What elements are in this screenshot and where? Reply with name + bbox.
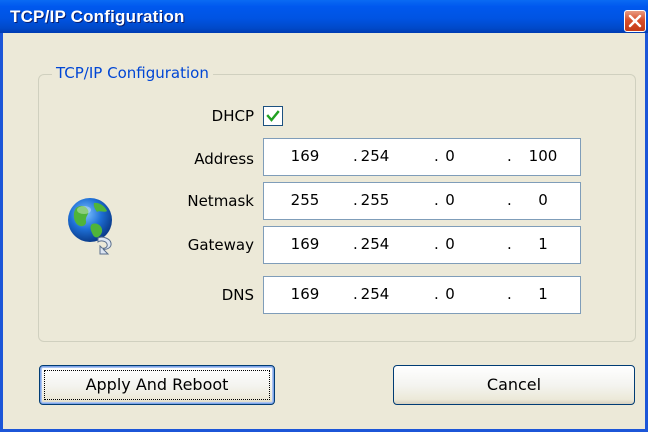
- dns-octet-2[interactable]: 254: [350, 285, 400, 303]
- title-bar[interactable]: TCP/IP Configuration: [0, 0, 648, 33]
- apply-and-reboot-button[interactable]: Apply And Reboot: [39, 365, 275, 405]
- dhcp-checkbox[interactable]: [263, 106, 283, 126]
- group-label: TCP/IP Configuration: [52, 64, 213, 82]
- close-icon: [628, 14, 642, 28]
- cancel-button-label: Cancel: [486, 375, 542, 394]
- address-octet-3[interactable]: 0: [425, 147, 475, 165]
- dns-field[interactable]: 169 . 254 . 0 . 1: [263, 276, 581, 314]
- netmask-octet-3[interactable]: 0: [425, 191, 475, 209]
- dns-octet-4[interactable]: 1: [518, 285, 568, 303]
- address-octet-1[interactable]: 169: [280, 147, 330, 165]
- netmask-field[interactable]: 255 . 255 . 0 . 0: [263, 182, 581, 220]
- checkmark-icon: [266, 110, 280, 122]
- netmask-octet-1[interactable]: 255: [280, 191, 330, 209]
- focus-indicator: [44, 370, 270, 400]
- close-button[interactable]: [624, 10, 646, 32]
- netmask-octet-2[interactable]: 255: [350, 191, 400, 209]
- gateway-label: Gateway: [187, 236, 254, 254]
- cancel-button[interactable]: Cancel: [393, 365, 635, 405]
- netmask-label: Netmask: [187, 192, 254, 210]
- netmask-octet-4[interactable]: 0: [518, 191, 568, 209]
- separator-dot: .: [507, 147, 512, 165]
- address-octet-2[interactable]: 254: [350, 147, 400, 165]
- separator-dot: .: [507, 235, 512, 253]
- gateway-octet-2[interactable]: 254: [350, 235, 400, 253]
- dns-label: DNS: [221, 286, 254, 304]
- window-title: TCP/IP Configuration: [10, 7, 185, 26]
- gateway-octet-1[interactable]: 169: [280, 235, 330, 253]
- address-octet-4[interactable]: 100: [518, 147, 568, 165]
- gateway-field[interactable]: 169 . 254 . 0 . 1: [263, 226, 581, 264]
- dhcp-label: DHCP: [211, 107, 254, 125]
- gateway-octet-4[interactable]: 1: [518, 235, 568, 253]
- address-label: Address: [194, 150, 254, 168]
- separator-dot: .: [507, 191, 512, 209]
- separator-dot: .: [507, 285, 512, 303]
- dns-octet-3[interactable]: 0: [425, 285, 475, 303]
- address-field[interactable]: 169 . 254 . 0 . 100: [263, 138, 581, 176]
- gateway-octet-3[interactable]: 0: [425, 235, 475, 253]
- network-globe-icon: [64, 194, 124, 262]
- dns-octet-1[interactable]: 169: [280, 285, 330, 303]
